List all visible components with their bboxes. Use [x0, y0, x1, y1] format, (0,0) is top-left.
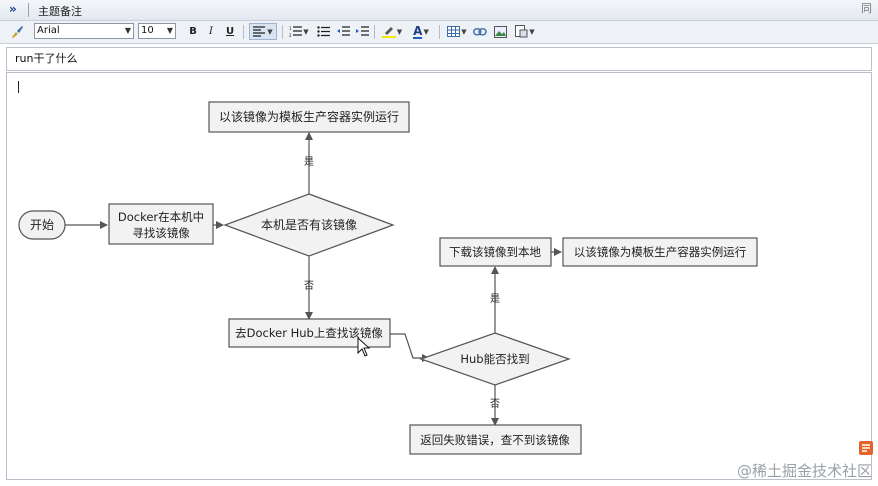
edge-hub-to-found	[390, 333, 430, 362]
run-right-label: 以该镜像为模板生产容器实例运行	[574, 245, 747, 259]
toolbar-separator	[282, 25, 283, 39]
search-local-node: Docker在本机中 寻找该镜像	[108, 203, 214, 245]
font-name-value: Arial	[37, 25, 60, 36]
window-title: 主题备注	[38, 5, 82, 18]
svg-text:1: 1	[289, 26, 292, 31]
font-size-value: 10	[141, 25, 154, 36]
image-icon[interactable]	[492, 23, 508, 40]
title-separator	[28, 3, 29, 17]
error-label: 返回失败错误，查不到该镜像	[420, 433, 570, 447]
underline-button[interactable]: U	[223, 23, 237, 40]
toolbar-separator	[439, 25, 440, 39]
edge-label-yes-right: 是	[490, 293, 500, 305]
hub-found-label: Hub能否找到	[460, 352, 529, 366]
insert-object-icon[interactable]: ▼	[512, 23, 538, 40]
edge-label-no-left: 否	[304, 280, 314, 292]
formatting-toolbar: Arial ▼ 10 ▼ B I U ▼ 1 2 ▼ ▼ A ▼ ▼ ▼	[0, 21, 878, 44]
table-icon[interactable]: ▼	[445, 23, 469, 40]
svg-text:2: 2	[289, 33, 292, 37]
search-local-label-line1: Docker在本机中	[118, 210, 204, 224]
start-label: 开始	[30, 218, 54, 232]
start-node: 开始	[18, 210, 66, 240]
title-bar: » 主题备注 同	[0, 0, 878, 21]
italic-button[interactable]: I	[204, 23, 218, 40]
search-hub-label: 去Docker Hub上查找该镜像	[235, 326, 383, 340]
notes-editor[interactable]: 开始 Docker在本机中 寻找该镜像 本机是否有该镜像 以该镜像为模板生产容器…	[6, 72, 872, 480]
chevron-down-icon: ▼	[124, 26, 131, 35]
font-color-icon[interactable]: A ▼	[408, 23, 434, 40]
corner-icon[interactable]: 同	[861, 0, 872, 16]
run-top-node: 以该镜像为模板生产容器实例运行	[208, 101, 410, 133]
toolbar-separator	[374, 25, 375, 39]
highlight-icon[interactable]: ▼	[379, 23, 405, 40]
download-node: 下载该镜像到本地	[439, 237, 552, 267]
font-color-glyph: A	[413, 23, 423, 39]
search-hub-node: 去Docker Hub上查找该镜像	[228, 318, 391, 348]
has-image-label: 本机是否有该镜像	[261, 217, 357, 232]
edge-label-yes-top: 是	[304, 156, 314, 168]
logo-icon	[858, 440, 874, 456]
expand-icon[interactable]: »	[9, 2, 17, 16]
download-label: 下载该镜像到本地	[449, 245, 541, 259]
bullet-list-icon[interactable]	[315, 23, 331, 40]
has-image-decision: 本机是否有该镜像	[223, 193, 395, 257]
outdent-icon[interactable]	[335, 23, 351, 40]
watermark-text: @稀土掘金技术社区	[736, 462, 872, 480]
link-icon[interactable]	[472, 23, 488, 40]
run-right-node: 以该镜像为模板生产容器实例运行	[562, 237, 758, 267]
numbered-list-icon[interactable]: 1 2 ▼	[287, 23, 311, 40]
search-local-label-line2: 寻找该镜像	[132, 226, 190, 240]
brush-icon[interactable]	[8, 23, 26, 40]
toolbar-separator	[243, 25, 244, 39]
bold-button[interactable]: B	[186, 23, 200, 40]
flowchart-diagram: 开始 Docker在本机中 寻找该镜像 本机是否有该镜像 以该镜像为模板生产容器…	[18, 101, 758, 455]
indent-icon[interactable]	[354, 23, 370, 40]
hub-found-decision: Hub能否找到	[419, 332, 571, 386]
error-node: 返回失败错误，查不到该镜像	[409, 424, 582, 455]
run-top-label: 以该镜像为模板生产容器实例运行	[219, 109, 399, 124]
align-left-icon[interactable]: ▼	[249, 23, 277, 40]
font-name-select[interactable]: Arial ▼	[34, 23, 134, 39]
chevron-down-icon: ▼	[166, 26, 173, 35]
font-size-select[interactable]: 10 ▼	[138, 23, 176, 39]
subject-field[interactable]: run干了什么	[6, 47, 872, 71]
edge-label-no-bottom: 否	[490, 398, 500, 410]
